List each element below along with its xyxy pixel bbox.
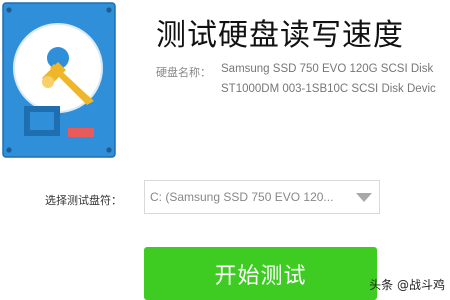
- disk-name-2: ST1000DM 003-1SB10C SCSI Disk Devic: [221, 83, 436, 95]
- start-test-button[interactable]: 开始测试: [144, 247, 377, 300]
- hard-disk-icon: [2, 2, 116, 158]
- disk-name-label: 硬盘名称：: [156, 66, 211, 79]
- drive-select[interactable]: C: (Samsung SSD 750 EVO 120...: [144, 180, 380, 214]
- start-test-button-label: 开始测试: [214, 263, 307, 289]
- disk-name-1: Samsung SSD 750 EVO 120G SCSI Disk: [221, 63, 434, 75]
- drive-select-label: 选择测试盘符：: [45, 194, 122, 207]
- page-title: 测试硬盘读写速度: [156, 18, 404, 53]
- watermark: 头条 @战斗鸡: [369, 278, 445, 292]
- drive-select-value: C: (Samsung SSD 750 EVO 120...: [150, 190, 334, 204]
- chevron-down-icon[interactable]: [356, 193, 372, 202]
